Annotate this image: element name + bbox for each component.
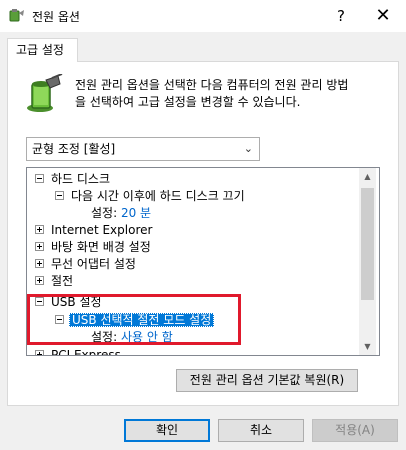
- setting-value[interactable]: 20 분: [121, 206, 151, 220]
- tree-item-pci-express[interactable]: PCI Express: [33, 346, 121, 356]
- power-plan-dropdown[interactable]: 균형 조정 [활성] ⌄: [26, 137, 260, 161]
- setting-label: 설정:: [91, 330, 118, 344]
- tree-item-usb-selective-suspend[interactable]: USB 선택적 절전 모드 설정: [53, 311, 215, 329]
- expand-icon[interactable]: [35, 225, 44, 234]
- collapse-icon[interactable]: [55, 191, 64, 200]
- help-button[interactable]: ?: [318, 0, 364, 32]
- collapse-icon[interactable]: [35, 174, 44, 183]
- scroll-down-arrow-icon[interactable]: ▼: [359, 338, 376, 355]
- collapse-icon[interactable]: [55, 315, 64, 324]
- expand-icon[interactable]: [35, 242, 44, 251]
- tree-item-sleep[interactable]: 절전: [33, 272, 73, 290]
- power-plan-value: 균형 조정 [활성]: [32, 142, 116, 156]
- description: 전원 관리 옵션을 선택한 다음 컴퓨터의 전원 관리 방법 을 선택하여 고급…: [75, 77, 375, 111]
- window-title: 전원 옵션: [32, 10, 80, 24]
- description-line-1: 전원 관리 옵션을 선택한 다음 컴퓨터의 전원 관리 방법: [75, 78, 349, 92]
- tree-scrollbar[interactable]: ▲ ▼: [359, 168, 376, 355]
- tree-item-label: 절전: [51, 274, 74, 288]
- tree-item-desktop-background[interactable]: 바탕 화면 배경 설정: [33, 238, 151, 256]
- tree-item-label: 하드 디스크: [51, 172, 111, 186]
- tree-item-label-selected: USB 선택적 절전 모드 설정: [69, 313, 215, 327]
- scroll-up-arrow-icon[interactable]: ▲: [359, 168, 376, 185]
- tree-item-label: PCI Express: [51, 348, 121, 356]
- power-options-icon: [9, 9, 24, 22]
- apply-button[interactable]: 적용(A): [312, 419, 398, 442]
- expand-icon[interactable]: [35, 259, 44, 268]
- restore-defaults-button[interactable]: 전원 관리 옵션 기본값 복원(R): [176, 369, 358, 392]
- tree-item-hard-disk-off[interactable]: 다음 시간 이후에 하드 디스크 끄기: [53, 187, 245, 205]
- collapse-icon[interactable]: [35, 297, 44, 306]
- tree-item-usb-settings[interactable]: USB 설정: [33, 293, 102, 311]
- title-bar: 전원 옵션 ? ✕: [0, 0, 406, 32]
- ok-button[interactable]: 확인: [124, 419, 210, 442]
- tree-item-label: 다음 시간 이후에 하드 디스크 끄기: [71, 189, 245, 203]
- tree-setting-row[interactable]: 설정: 20 분: [91, 204, 151, 222]
- tree-item-internet-explorer[interactable]: Internet Explorer: [33, 221, 152, 239]
- tree-item-label: 무선 어댑터 설정: [51, 257, 136, 271]
- tree-item-label: Internet Explorer: [51, 223, 153, 237]
- scroll-thumb[interactable]: [361, 188, 374, 300]
- chevron-down-icon: ⌄: [243, 142, 253, 155]
- expand-icon[interactable]: [35, 276, 44, 285]
- battery-icon: [27, 74, 63, 112]
- setting-value[interactable]: 사용 안 함: [121, 330, 173, 344]
- close-button[interactable]: ✕: [360, 0, 406, 32]
- tree-item-label: USB 설정: [51, 295, 102, 309]
- description-line-2: 을 선택하여 고급 설정을 변경할 수 있습니다.: [75, 95, 301, 109]
- tree-item-hard-disk[interactable]: 하드 디스크: [33, 170, 110, 188]
- settings-tree[interactable]: 하드 디스크 다음 시간 이후에 하드 디스크 끄기 설정: 20 분 Inte…: [26, 167, 380, 356]
- tree-setting-row[interactable]: 설정: 사용 안 함: [91, 328, 173, 346]
- cancel-button[interactable]: 취소: [218, 419, 304, 442]
- tab-advanced-settings[interactable]: 고급 설정: [7, 38, 78, 62]
- tree-item-label: 바탕 화면 배경 설정: [51, 240, 151, 254]
- expand-icon[interactable]: [35, 350, 44, 355]
- setting-label: 설정:: [91, 206, 118, 220]
- tree-item-wireless-adapter[interactable]: 무선 어댑터 설정: [33, 255, 136, 273]
